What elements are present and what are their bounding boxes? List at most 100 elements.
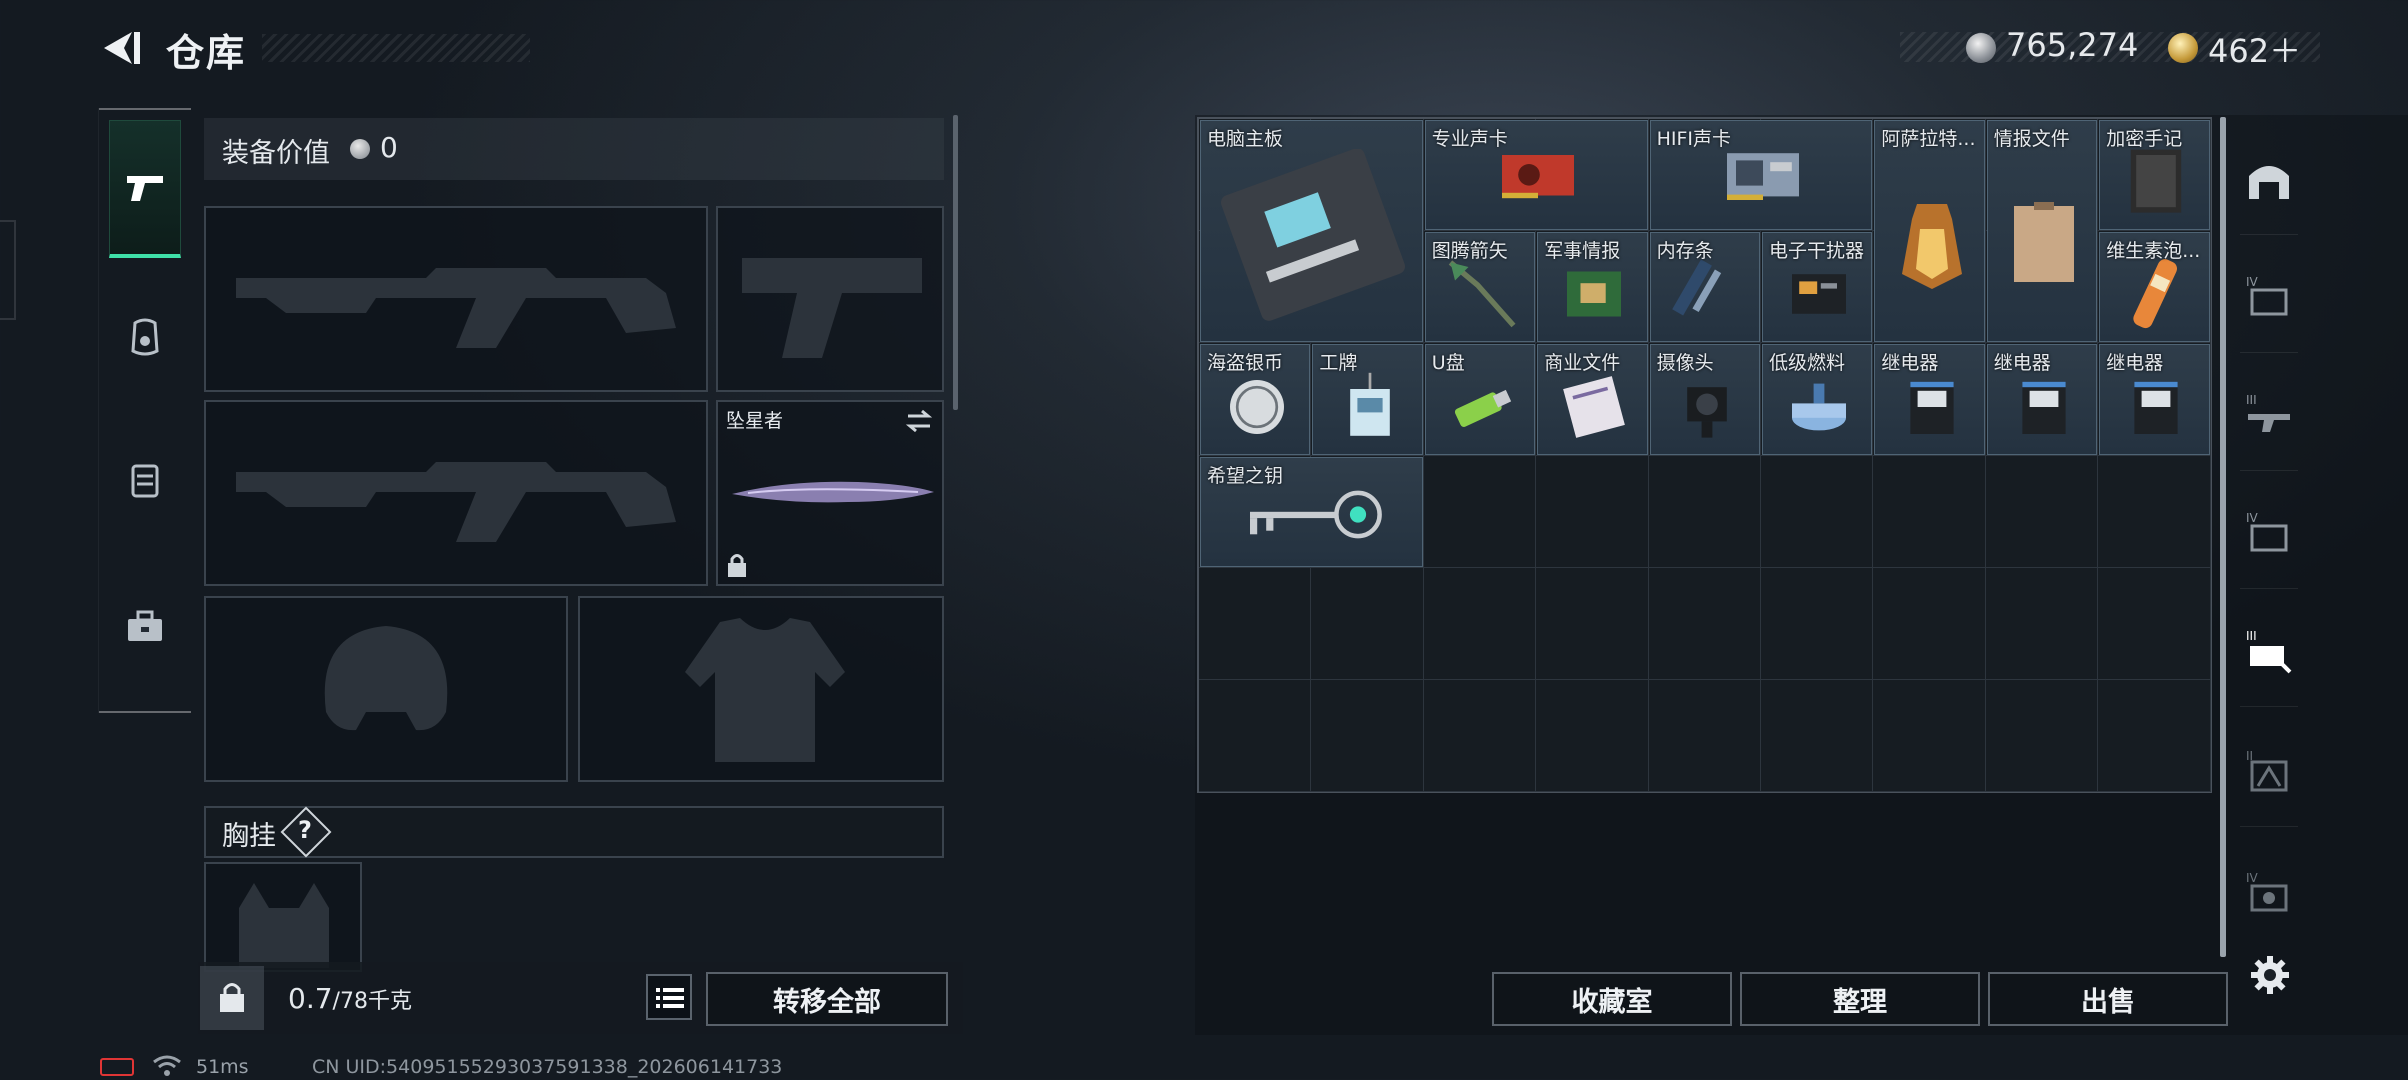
grid-cell[interactable] xyxy=(1873,455,1986,568)
item-low-fuel[interactable]: 低级燃料 xyxy=(1762,344,1873,455)
sort-button[interactable]: 整理 xyxy=(1740,972,1980,1026)
storage-category-4b[interactable]: IV xyxy=(2238,502,2300,564)
tab-vest[interactable] xyxy=(109,411,181,549)
item-badge[interactable]: 工牌 xyxy=(1312,344,1423,455)
storage-category-3[interactable]: III xyxy=(2238,384,2300,446)
transfer-all-button[interactable]: 转移全部 xyxy=(706,972,948,1026)
grid-cell[interactable] xyxy=(1761,680,1874,793)
grid-cell[interactable] xyxy=(1536,567,1649,680)
body-armor-slot[interactable] xyxy=(578,596,944,782)
grid-cell[interactable] xyxy=(1536,680,1649,793)
item-intel-file[interactable]: 情报文件 xyxy=(1986,120,2098,343)
grid-cell[interactable] xyxy=(1423,567,1537,680)
list-view-button[interactable] xyxy=(646,974,692,1020)
item-relay-3[interactable]: 继电器 xyxy=(2099,344,2210,455)
sell-button[interactable]: 出售 xyxy=(1988,972,2228,1026)
grid-cell[interactable] xyxy=(1761,567,1874,680)
grid-cell[interactable] xyxy=(2098,680,2211,793)
secondary-weapon-slot[interactable] xyxy=(204,400,708,586)
storage-category-2[interactable]: II xyxy=(2238,740,2300,802)
back-arrow-icon[interactable] xyxy=(98,26,142,70)
item-camera[interactable]: 摄像头 xyxy=(1649,344,1760,455)
tab-helmet[interactable] xyxy=(109,268,181,406)
rifle-silhouette-icon xyxy=(236,268,676,348)
frame-icon: II xyxy=(2246,749,2288,792)
grid-cell[interactable] xyxy=(1536,455,1649,568)
item-relay-2[interactable]: 继电器 xyxy=(1986,344,2098,455)
grid-cell[interactable] xyxy=(1873,680,1986,793)
ping-latency: 51ms xyxy=(196,1056,249,1078)
grid-cell[interactable] xyxy=(1648,455,1761,568)
help-mark: ? xyxy=(298,816,312,844)
grid-cell[interactable] xyxy=(1199,567,1312,680)
carry-weight: 0.7/78千克 xyxy=(288,982,412,1015)
grid-cell[interactable] xyxy=(1311,680,1424,793)
storage-category-4[interactable]: IV xyxy=(2238,266,2300,328)
tab-backpack[interactable] xyxy=(109,558,181,696)
item-totem-arrow[interactable]: 图腾箭矢 xyxy=(1424,232,1536,343)
pistol-icon xyxy=(127,175,163,201)
item-name: 专业声卡 xyxy=(1431,128,1508,150)
item-asala-lantern[interactable]: 阿萨拉特... xyxy=(1874,120,1985,343)
grid-cell[interactable] xyxy=(1423,680,1537,793)
item-memory-stick[interactable]: 内存条 xyxy=(1649,232,1760,343)
grid-cell[interactable] xyxy=(2098,567,2211,680)
lock-button[interactable] xyxy=(200,966,264,1030)
item-usb-drive[interactable]: U盘 xyxy=(1424,344,1536,455)
item-name: 商业文件 xyxy=(1544,352,1621,375)
melee-weapon-slot[interactable]: 坠星者 xyxy=(716,400,944,586)
sidearm-slot[interactable] xyxy=(716,206,944,392)
primary-weapon-slot[interactable] xyxy=(204,206,708,392)
item-encrypted-notes[interactable]: 加密手记 xyxy=(2099,120,2210,231)
grid-cell[interactable] xyxy=(1648,680,1761,793)
item-name: 电子干扰器 xyxy=(1769,240,1865,263)
lamp-icon xyxy=(1901,204,1962,290)
storage-category-all[interactable] xyxy=(2238,148,2300,210)
storage-scrollbar[interactable] xyxy=(2220,117,2226,957)
gold-amount[interactable]: 462＋ xyxy=(2208,26,2301,72)
item-pirate-coin[interactable]: 海盗银币 xyxy=(1200,344,1311,455)
hand-item-icon: III xyxy=(2246,629,2292,674)
tab-weapons[interactable] xyxy=(109,120,181,258)
item-relay-1[interactable]: 继电器 xyxy=(1874,344,1985,455)
grid-cell[interactable] xyxy=(1423,455,1537,568)
item-name: 海盗银币 xyxy=(1207,352,1284,375)
collection-room-button[interactable]: 收藏室 xyxy=(1492,972,1732,1026)
storage-category-3-active[interactable]: III xyxy=(2238,620,2300,682)
page-title: 仓库 xyxy=(166,31,247,75)
equipment-scrollbar[interactable] xyxy=(953,115,958,410)
item-sound-card-pro[interactable]: 专业声卡 xyxy=(1424,120,1648,231)
chest-rig-slot[interactable] xyxy=(204,862,362,972)
swap-icon[interactable] xyxy=(904,408,934,434)
grid-cell[interactable] xyxy=(1199,680,1312,793)
grid-cell[interactable] xyxy=(1648,567,1761,680)
file-icon xyxy=(2013,202,2074,283)
grid-cell[interactable] xyxy=(1761,455,1874,568)
grid-cell[interactable] xyxy=(1873,567,1986,680)
lock-icon xyxy=(728,554,746,577)
svg-text:III: III xyxy=(2246,629,2257,643)
item-vitamin[interactable]: 维生素泡... xyxy=(2099,232,2210,343)
helmet-silhouette-icon xyxy=(324,626,448,731)
storage-category-4c[interactable]: IV xyxy=(2238,862,2300,924)
grid-cell[interactable] xyxy=(1311,567,1424,680)
item-business-file[interactable]: 商业文件 xyxy=(1537,344,1648,455)
item-name: 继电器 xyxy=(1993,352,2051,375)
item-key-of-hope[interactable]: 希望之钥 xyxy=(1200,456,1423,567)
storage-grid[interactable]: 电脑主板 专业声卡 HIFI声卡 阿萨拉特... 情报文件 加密手记图腾箭矢 军事情报 内存条… xyxy=(1197,117,2212,793)
grid-cell[interactable] xyxy=(1985,455,2099,568)
wifi-icon xyxy=(153,1055,181,1076)
grid-cell[interactable] xyxy=(2098,455,2211,568)
item-military-intel[interactable]: 军事情报 xyxy=(1537,232,1648,343)
item-hifi-sound-card[interactable]: HIFI声卡 xyxy=(1649,120,1873,231)
warehouse-icon xyxy=(2249,166,2289,199)
grid-cell[interactable] xyxy=(1985,567,2099,680)
item-jammer[interactable]: 电子干扰器 xyxy=(1762,232,1873,343)
vest-icon xyxy=(131,464,159,498)
gear-icon[interactable] xyxy=(2250,955,2290,995)
item-motherboard[interactable]: 电脑主板 xyxy=(1200,120,1423,343)
grid-cell[interactable] xyxy=(1985,680,2099,793)
helmet-slot[interactable] xyxy=(204,596,568,782)
svg-text:IV: IV xyxy=(2246,871,2259,885)
item-name: 继电器 xyxy=(1881,352,1939,375)
